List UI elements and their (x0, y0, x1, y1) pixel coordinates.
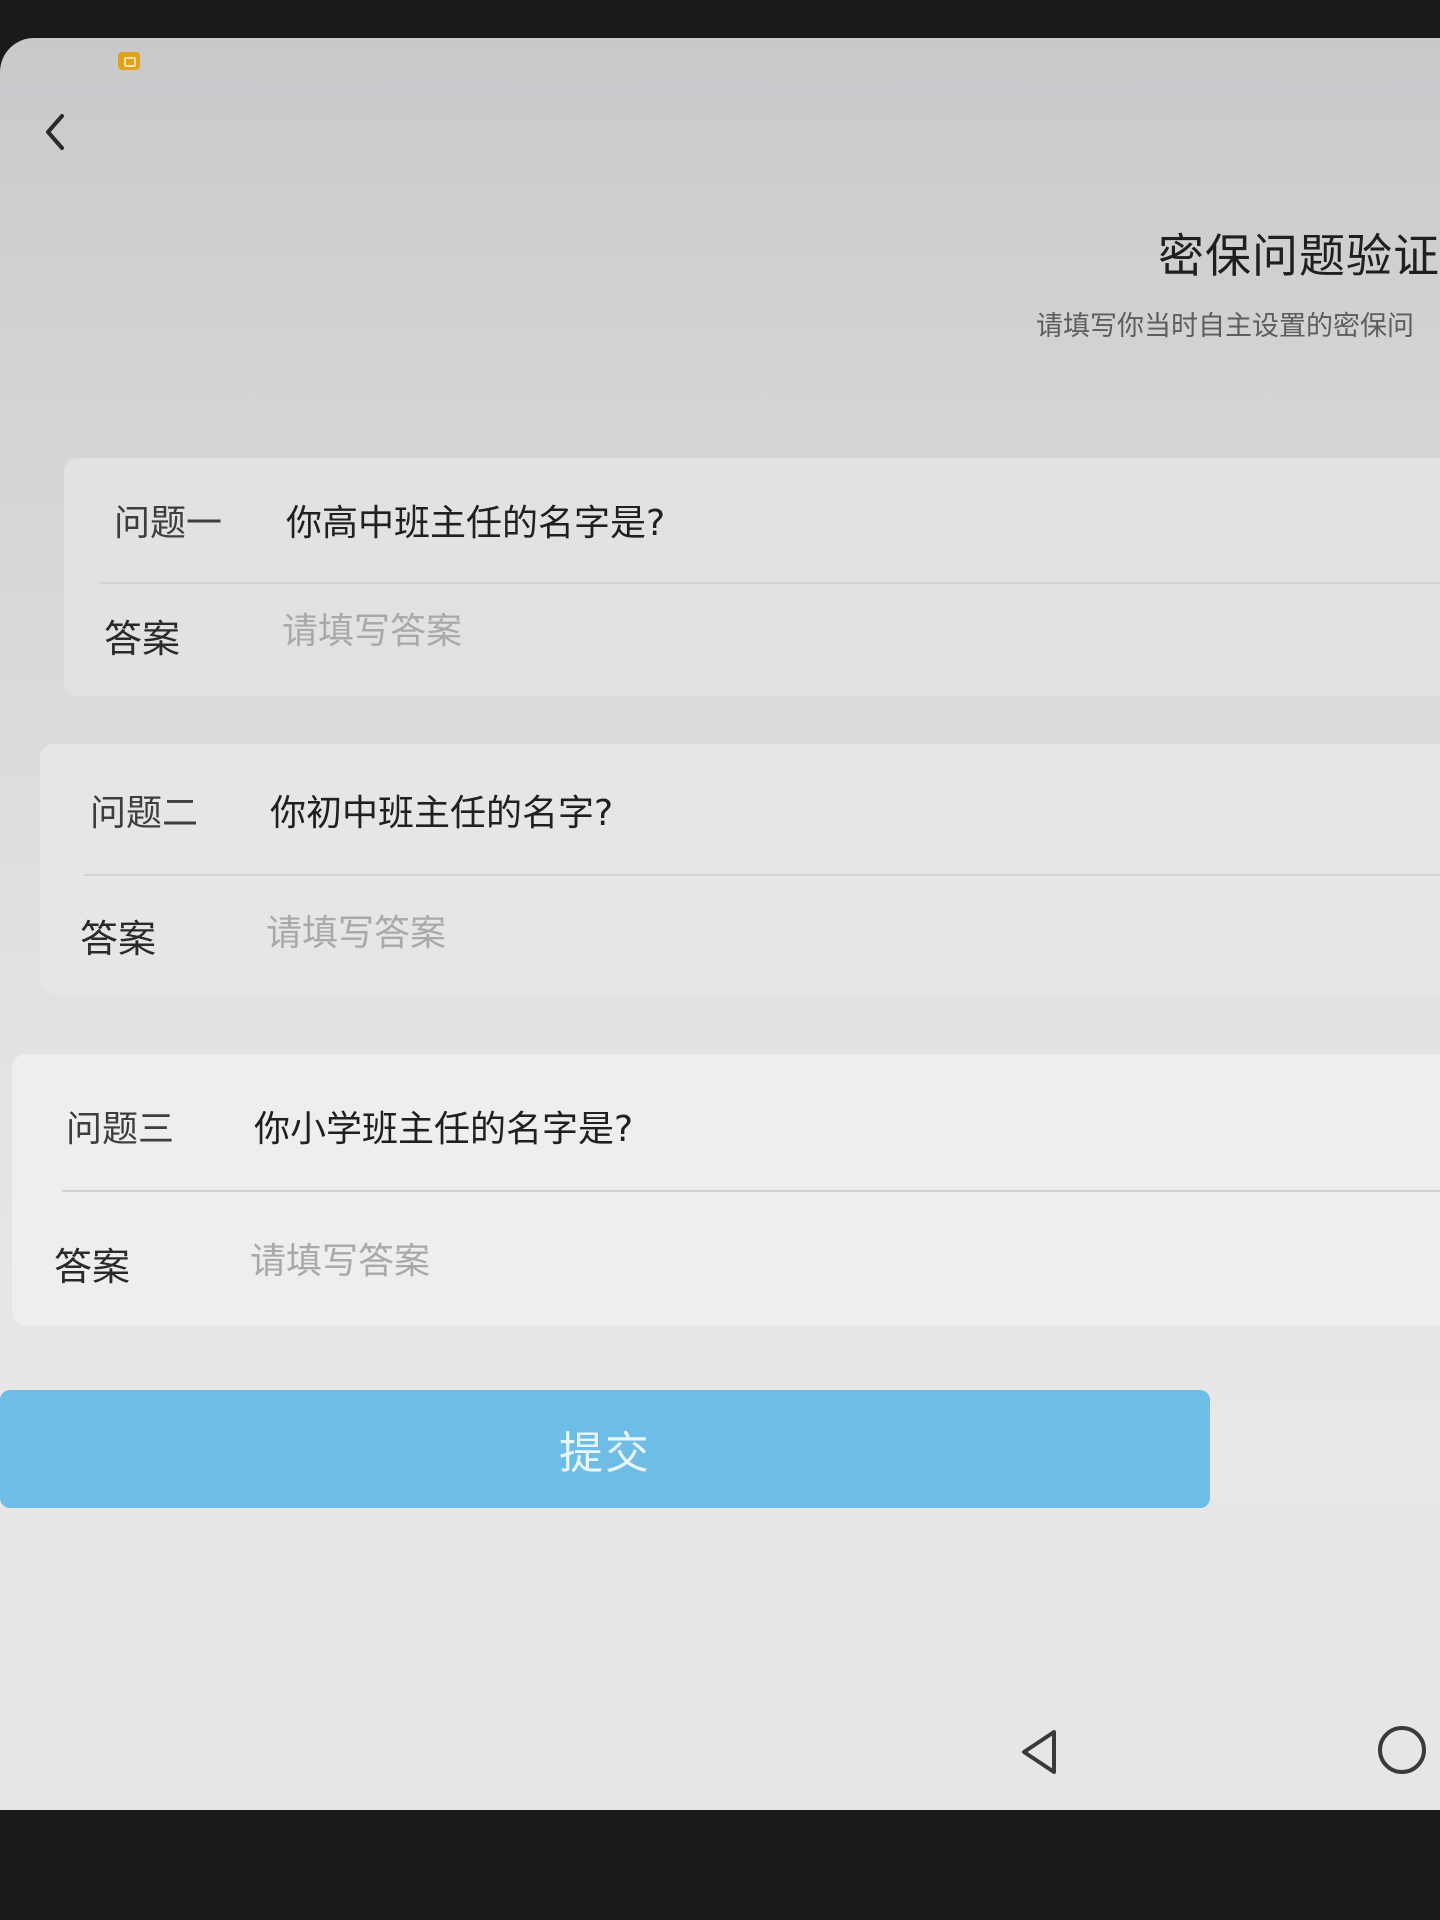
notification-icon (118, 52, 140, 70)
question-card-3: 问题三 你小学班主任的名字是? 答案 (12, 1054, 1440, 1326)
answer-label: 答案 (80, 917, 157, 961)
submit-button[interactable]: 提交 (0, 1390, 1210, 1508)
question-label: 问题三 (66, 1109, 175, 1150)
system-nav-bar (0, 1688, 1440, 1810)
nav-back-icon[interactable] (1018, 1728, 1062, 1776)
answer-label: 答案 (104, 617, 181, 661)
question-label: 问题二 (90, 793, 199, 834)
nav-home-icon[interactable] (1378, 1726, 1426, 1774)
answer-input-2[interactable] (266, 908, 1266, 958)
question-card-2: 问题二 你初中班主任的名字? 答案 (40, 744, 1440, 994)
page-subtitle: 请填写你当时自主设置的密保问 (1036, 311, 1414, 342)
answer-input-1[interactable] (282, 606, 1282, 656)
app-screen: 密保问题验证 请填写你当时自主设置的密保问 问题一 你高中班主任的名字是? 答案… (0, 38, 1440, 1810)
answer-label: 答案 (54, 1245, 131, 1289)
question-label: 问题一 (114, 503, 223, 544)
page-title: 密保问题验证 (1158, 229, 1440, 283)
divider (100, 582, 1440, 584)
divider (62, 1190, 1440, 1192)
question-text: 你小学班主任的名字是? (254, 1109, 634, 1150)
answer-input-3[interactable] (250, 1236, 1250, 1286)
question-card-1: 问题一 你高中班主任的名字是? 答案 (64, 458, 1440, 696)
question-text: 你高中班主任的名字是? (286, 503, 666, 544)
back-chevron-icon[interactable] (36, 104, 80, 160)
divider (84, 874, 1440, 876)
question-text: 你初中班主任的名字? (270, 793, 614, 834)
